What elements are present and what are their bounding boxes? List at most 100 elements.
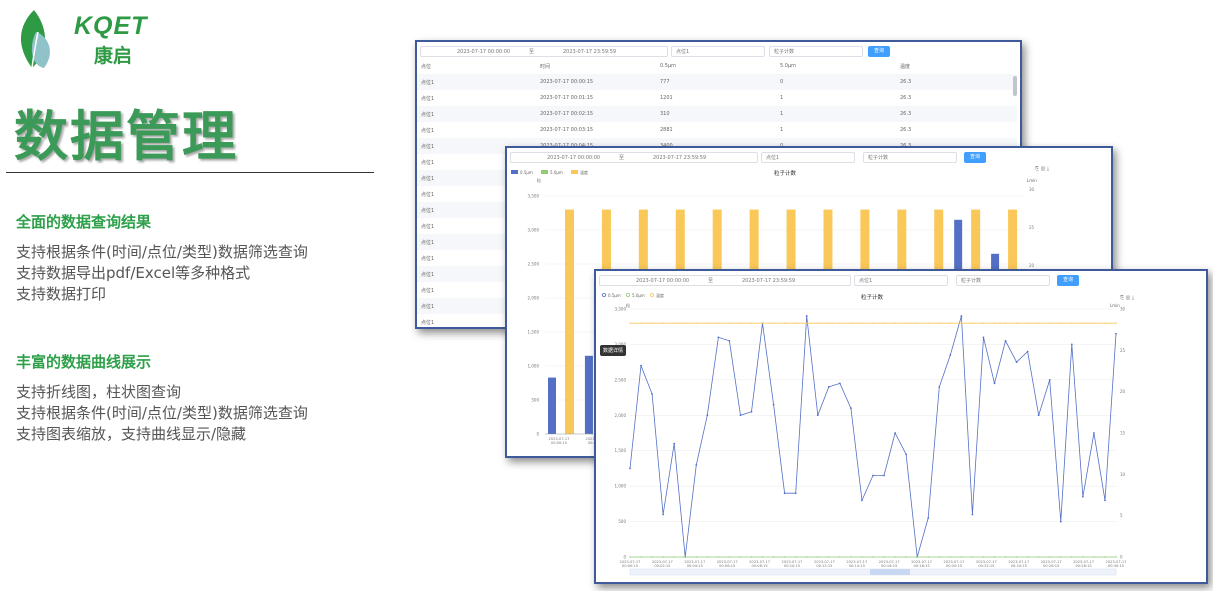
- query-button[interactable]: 查询: [868, 46, 890, 57]
- data-point-temperature: [872, 322, 874, 324]
- data-point-5um: [894, 556, 896, 558]
- table-cell: 点位1: [421, 192, 435, 198]
- table-cell: 1: [780, 95, 784, 101]
- table-cell: 点位1: [421, 256, 435, 262]
- table-cell: 2023-07-17 00:02:15: [540, 111, 594, 117]
- page-title: 数据管理: [14, 105, 238, 168]
- x-tick-label: 00:16:15: [881, 564, 897, 568]
- data-point-temperature: [728, 322, 731, 324]
- data-point-temperature: [861, 322, 863, 324]
- data-point-5um: [806, 556, 808, 558]
- table-row[interactable]: 点位1 2023-07-17 00:01:15 1201 1 26.3: [417, 90, 1017, 106]
- data-point-temperature: [817, 322, 819, 324]
- data-point-temperature: [1082, 322, 1084, 324]
- data-point-0.5um: [816, 414, 819, 417]
- table-scrollbar[interactable]: [1013, 76, 1017, 96]
- data-point-5um: [1049, 556, 1051, 558]
- x-tick-label: 00:00:15: [622, 564, 638, 568]
- data-point-0.5um: [982, 336, 985, 339]
- table-cell: 2023-07-17 00:00:15: [540, 79, 594, 85]
- data-point-0.5um: [805, 315, 808, 317]
- date-range-input[interactable]: 2023-07-17 00:00:00 至 2023-07-17 23:59:5…: [599, 275, 851, 286]
- data-point-temperature: [993, 322, 996, 324]
- y-tick-label: 1,500: [528, 330, 540, 335]
- legend-marker: [602, 293, 607, 298]
- table-row[interactable]: 点位1 2023-07-17 00:03:15 2881 1 26.3: [417, 122, 1017, 138]
- feature-line: 支持折线图，柱状图查询: [16, 383, 182, 401]
- y-tick-label: 500: [618, 519, 626, 524]
- type-select[interactable]: 粒子计数: [863, 152, 957, 163]
- y-tick-label: 3,500: [615, 307, 627, 312]
- data-point-5um: [861, 556, 863, 558]
- table-cell: 26.3: [900, 127, 912, 133]
- type-select[interactable]: 粒子计数: [956, 275, 1050, 286]
- point-select[interactable]: 点位1: [854, 275, 948, 286]
- point-select[interactable]: 点位1: [761, 152, 855, 163]
- y2-tick-label: 25: [1120, 348, 1126, 353]
- data-point-5um: [750, 556, 753, 558]
- table-row[interactable]: 点位1 2023-07-17 00:00:15 777 0 26.3: [417, 74, 1017, 90]
- date-range-input[interactable]: 2023-07-17 00:00:00 至 2023-07-17 23:59:5…: [420, 46, 668, 57]
- table-cell: 26.3: [900, 79, 912, 85]
- y2-axis-label: Lmin: [1027, 178, 1037, 183]
- table-cell: 点位1: [421, 112, 435, 118]
- data-point-0.5um: [739, 414, 742, 417]
- table-cell: 0: [780, 79, 784, 85]
- y2-tick-label: 30: [1120, 307, 1126, 312]
- y-axis-label: 粒: [537, 177, 541, 183]
- table-cell: 1201: [660, 95, 673, 101]
- type-select[interactable]: 粒子计数: [769, 46, 863, 57]
- data-point-temperature: [1104, 322, 1106, 324]
- feature-line: 支持图表缩放，支持曲线显示/隐藏: [16, 425, 247, 443]
- data-point-0.5um: [673, 442, 676, 445]
- table-cell: 点位1: [421, 144, 435, 150]
- y-tick-label: 2,500: [528, 262, 540, 267]
- data-point-0.5um: [949, 354, 952, 356]
- point-select[interactable]: 点位1: [671, 46, 765, 57]
- x-tick-label: 00:06:15: [719, 564, 735, 568]
- data-point-temperature: [1026, 322, 1029, 324]
- data-point-0.5um: [1115, 332, 1117, 335]
- query-button[interactable]: 查询: [964, 152, 986, 163]
- data-point-5um: [927, 556, 929, 558]
- data-point-temperature: [651, 322, 653, 324]
- filter-bar: 2023-07-17 00:00:00 至 2023-07-17 23:59:5…: [507, 148, 1111, 168]
- data-point-temperature: [1115, 322, 1117, 324]
- divider: [6, 172, 374, 173]
- y-tick-label: 2,500: [615, 377, 627, 382]
- data-point-temperature: [640, 322, 642, 324]
- toolbox-icons: ⎘ ▥ ⤓: [1035, 166, 1050, 172]
- section-heading-query: 全面的数据查询结果: [16, 213, 152, 231]
- data-point-temperature: [850, 322, 852, 324]
- data-point-5um: [651, 556, 653, 558]
- data-point-0.5um: [1026, 350, 1029, 353]
- data-point-0.5um: [772, 403, 775, 406]
- data-point-temperature: [982, 322, 985, 324]
- y-tick-label: 0: [536, 432, 539, 437]
- data-point-0.5um: [1004, 339, 1007, 342]
- data-point-temperature: [1093, 322, 1095, 324]
- data-point-5um: [1026, 556, 1029, 558]
- data-point-0.5um: [905, 453, 908, 456]
- column-header: 点位: [421, 64, 432, 70]
- filter-bar: 2023-07-17 00:00:00 至 2023-07-17 23:59:5…: [596, 271, 1206, 291]
- data-point-5um: [629, 556, 631, 558]
- table-cell: 26.3: [900, 111, 912, 117]
- data-point-5um: [938, 556, 940, 558]
- table-row[interactable]: 点位1 2023-07-17 00:02:15 310 1 26.3: [417, 106, 1017, 122]
- date-range-input[interactable]: 2023-07-17 00:00:00 至 2023-07-17 23:59:5…: [510, 152, 758, 163]
- data-point-temperature: [883, 322, 885, 324]
- y-tick-label: 500: [531, 398, 539, 403]
- query-button[interactable]: 查询: [1057, 275, 1079, 286]
- data-point-0.5um: [894, 432, 896, 434]
- column-header: 5.0μm: [780, 63, 797, 69]
- x-tick-label: 00:20:15: [946, 564, 962, 568]
- data-point-temperature: [949, 322, 952, 324]
- data-point-temperature: [927, 322, 929, 324]
- data-point-5um: [761, 556, 764, 558]
- data-point-temperature: [739, 322, 742, 324]
- x-tick-label: 00:04:15: [687, 564, 703, 568]
- legend-swatch: [511, 170, 518, 174]
- data-point-0.5um: [993, 382, 996, 385]
- y-tick-label: 2,000: [615, 413, 627, 418]
